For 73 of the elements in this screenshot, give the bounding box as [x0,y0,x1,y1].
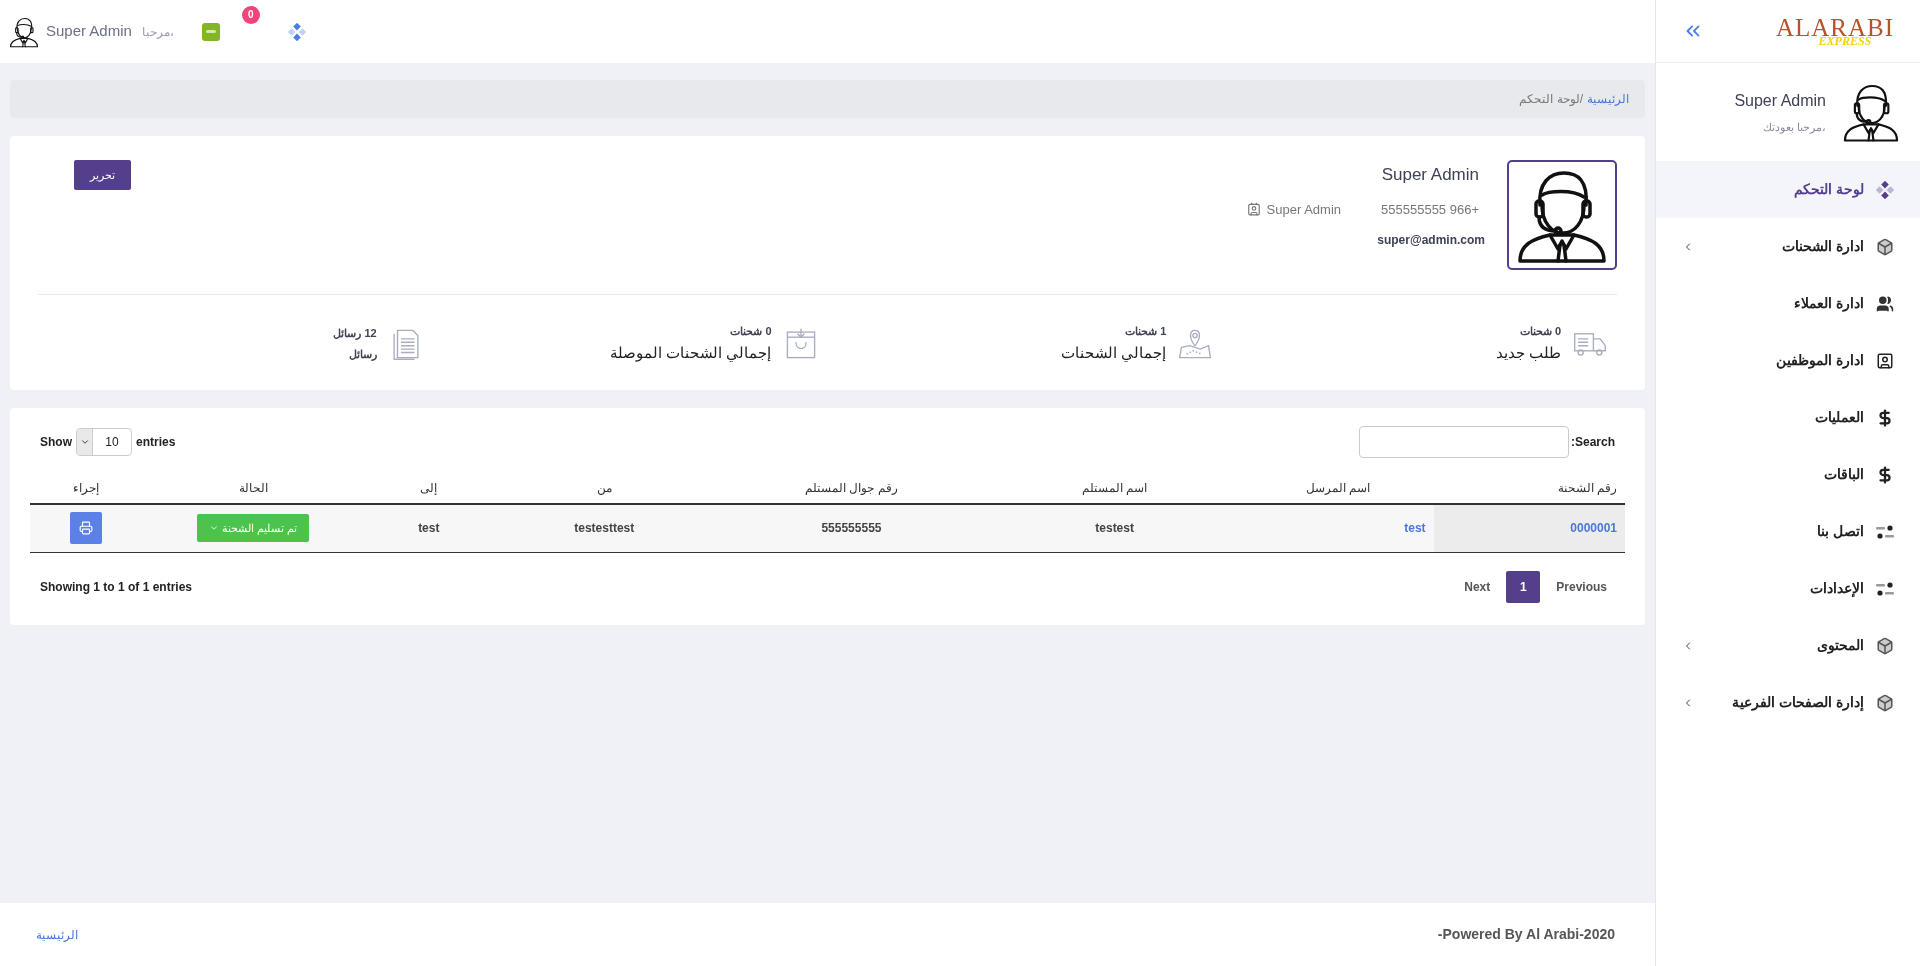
stat-count: 0 شحنات [1519,324,1561,339]
breadcrumb-link[interactable]: الرئيسية [1587,90,1629,108]
stat-label: إجمالي الشحنات الموصلة [610,342,772,364]
dollar-icon [1876,408,1894,427]
table-cell: testest [1095,521,1134,536]
sidebar-item[interactable]: إدارة الصفحات الفرعية [1656,674,1920,731]
sidebar-item[interactable]: اتصل بنا [1656,503,1920,560]
sender-link[interactable]: test [1404,521,1426,536]
sidebar-item[interactable]: الإعدادات [1656,560,1920,617]
sidebar-item[interactable]: ادارة الموظفين [1656,332,1920,389]
breadcrumb-current: /لوحة التحكم [1519,91,1583,108]
show-label: Show [40,434,72,451]
apps-icon [287,22,306,41]
table-cell: test [418,521,440,536]
sidebar-user-name: Super Admin [1734,90,1826,111]
entries-label: entries [136,434,176,451]
profile-email: super@admin.com [1377,232,1485,249]
column-header[interactable]: رقم جوال المستلم [805,480,898,495]
user-name: Super Admin [46,21,132,42]
column-header[interactable]: اسم المستلم [1081,480,1148,495]
stat-count: 12 رسائل [333,326,377,342]
toggles-icon [1876,581,1894,596]
dashboard-icon [1876,180,1894,199]
profile-role: Super Admin [1266,200,1342,219]
previous-link[interactable]: Previous [1548,577,1615,596]
page-number[interactable]: 1 [1506,570,1541,603]
sidebar-item[interactable]: ادارة الشحنات [1656,218,1920,275]
id-badge-icon [1246,202,1261,217]
search-field[interactable] [1358,426,1569,458]
toggles-icon [1876,524,1894,539]
contact-card-icon [1876,351,1894,370]
stat-count: 0 شحنات [730,324,772,339]
stat-label: طلب جديد [1495,342,1561,363]
sidebar-item[interactable]: ادارة العملاء [1656,275,1920,332]
cube-icon [1876,237,1894,256]
stat-label: إجمالي الشحنات [1061,342,1167,364]
logo: ALARABI EXPRESS [1775,15,1894,47]
sidebar-item[interactable]: لوحة التحكم [1656,161,1920,218]
search-label: :Search [1570,434,1615,451]
stat-count: 1 شحنات [1125,324,1167,339]
copyright-text: -Powered By Al Arabi-2020 [1437,925,1615,944]
dollar-icon [1876,465,1894,484]
column-header[interactable]: اسم المرسل [1305,480,1371,495]
profile-phone: 555555555 966+ [1381,200,1479,219]
next-link[interactable]: Next [1456,577,1499,596]
sidebar-item[interactable]: العمليات [1656,389,1920,446]
cube-icon [1876,636,1894,655]
shipment-number-link[interactable]: 0000001 [1570,521,1617,536]
column-header[interactable]: إجراء [72,480,99,495]
users-icon [1876,294,1894,313]
greeting: مرحبا، [141,23,174,41]
notification-badge: 0 [241,5,260,24]
stat-label: رسائل [348,346,377,362]
sidebar-item[interactable]: الباقات [1656,446,1920,503]
column-header[interactable]: رقم الشحنة [1441,478,1617,497]
table-cell: testesttest [574,521,635,536]
flag-icon[interactable] [201,22,220,41]
print-button[interactable] [69,512,102,545]
column-header[interactable]: إلى [420,480,438,495]
edit-button[interactable]: تحرير [74,160,131,190]
cube-icon [1876,693,1894,712]
sidebar-item[interactable]: المحتوى [1656,617,1920,674]
page-size-select[interactable]: 10 [76,428,132,456]
welcome-text: مرحبا بعودتك، [1762,119,1826,136]
footer-home-link[interactable]: الرئيسية [36,925,78,944]
table-cell: 555555555 [821,521,882,536]
entries-info: Showing 1 to 1 of 1 entries [40,578,193,596]
profile-name: Super Admin [1381,164,1479,186]
column-header[interactable]: الحالة [238,480,268,495]
print-icon [78,521,93,536]
caret-icon [79,437,90,447]
column-header[interactable]: من [596,480,612,495]
user-avatar [8,15,40,48]
